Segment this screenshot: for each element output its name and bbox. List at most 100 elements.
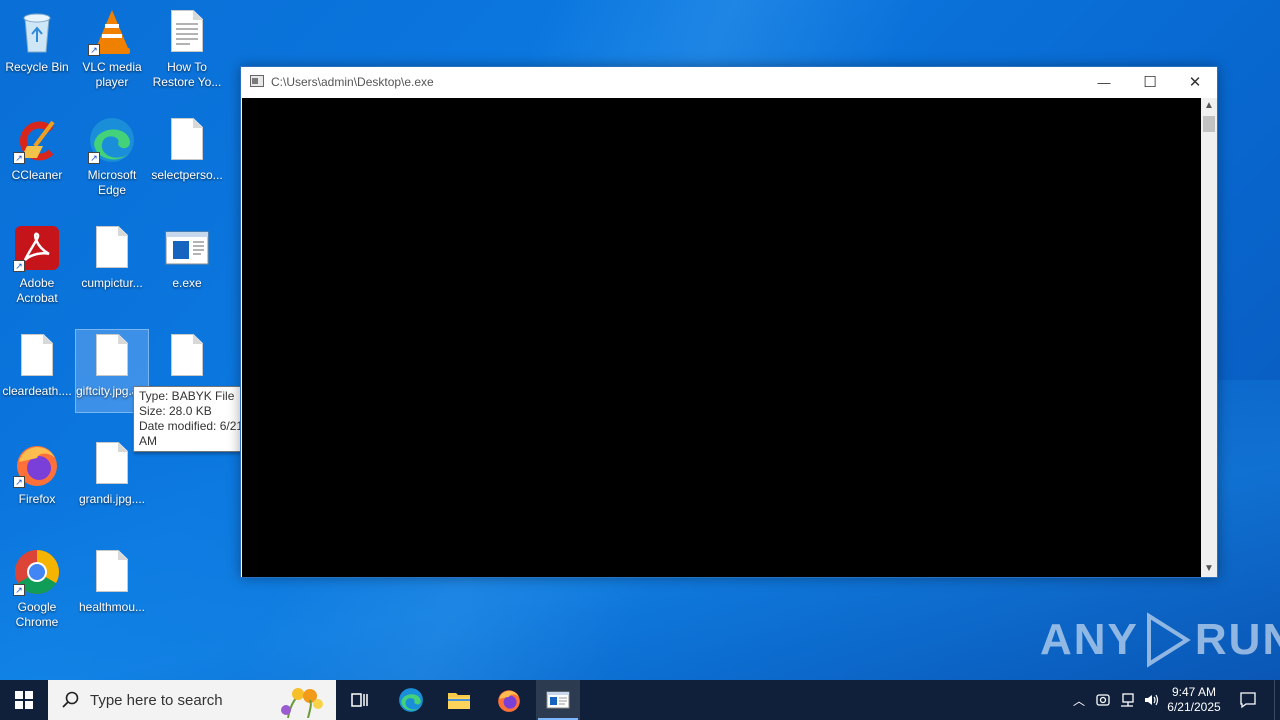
file-icon	[88, 548, 136, 596]
file-icon	[88, 332, 136, 380]
desktop-icon-label: Google Chrome	[15, 600, 59, 629]
tray-meet-now-button[interactable]	[1092, 680, 1114, 720]
taskbar-firefox-button[interactable]	[488, 680, 530, 720]
desktop-icon-cumpictur[interactable]: cumpictur...	[76, 218, 148, 291]
desktop-icon-healthmou[interactable]: healthmou...	[76, 542, 148, 615]
desktop-icon-label: cumpictur...	[81, 276, 143, 290]
action-center-button[interactable]	[1228, 680, 1268, 720]
search-icon	[62, 691, 79, 708]
close-button[interactable]: ✕	[1172, 67, 1218, 97]
desktop-icon-label: How To Restore Yo...	[152, 60, 222, 89]
taskbar: Type here to search ︿ 9:47 AM 6/21/2025	[0, 680, 1280, 720]
console-output[interactable]	[242, 98, 1201, 577]
vertical-scrollbar[interactable]: ▲ ▼	[1201, 98, 1217, 577]
desktop-icon-label: cleardeath....	[2, 384, 72, 398]
folder-icon	[448, 693, 470, 709]
desktop-icon-ccleaner[interactable]: ↗ CCleaner	[1, 110, 73, 183]
recycle-bin-icon	[13, 8, 61, 56]
close-icon: ✕	[1188, 74, 1202, 91]
windows-logo-icon	[15, 691, 33, 709]
desktop-icon-hidden-file[interactable]	[151, 326, 223, 384]
console-window[interactable]: C:\Users\admin\Desktop\e.exe — ☐ ✕ ▲ ▼	[240, 66, 1218, 578]
watermark-text-right: RUN	[1194, 615, 1280, 664]
desktop-icon-google-chrome[interactable]: ↗ Google Chrome	[1, 542, 73, 630]
chrome-icon: ↗	[13, 548, 61, 596]
taskbar-search-box[interactable]: Type here to search	[48, 680, 336, 720]
watermark-play-icon	[1146, 612, 1191, 668]
shortcut-arrow-icon: ↗	[88, 44, 100, 56]
start-button[interactable]	[0, 680, 48, 720]
task-view-button[interactable]	[340, 680, 380, 720]
desktop-icon-cleardeath[interactable]: cleardeath....	[1, 326, 73, 399]
search-highlight-flowers-icon	[281, 688, 323, 718]
desktop-icon-label: Microsoft Edge	[87, 168, 137, 197]
desktop-icon-label: VLC media player	[82, 60, 142, 89]
network-icon	[1121, 693, 1134, 707]
desktop-icon-selectperso[interactable]: selectperso...	[151, 110, 223, 183]
minimize-button[interactable]: —	[1081, 67, 1127, 97]
scrollbar-thumb[interactable]	[1203, 116, 1215, 132]
desktop-icon-recycle-bin[interactable]: Recycle Bin	[1, 2, 73, 75]
camera-icon	[1096, 694, 1110, 706]
desktop-icon-label: Adobe Acrobat	[16, 276, 58, 305]
desktop-icon-label: grandi.jpg....	[78, 492, 146, 506]
notification-icon	[1240, 692, 1256, 709]
task-view-icon	[351, 693, 368, 707]
desktop-icon-e-exe[interactable]: e.exe	[151, 218, 223, 291]
file-icon	[163, 116, 211, 164]
text-document-icon	[163, 8, 211, 56]
shortcut-arrow-icon: ↗	[88, 152, 100, 164]
scroll-down-arrow-icon[interactable]: ▼	[1201, 561, 1217, 577]
desktop-icon-adobe-acrobat[interactable]: ↗ Adobe Acrobat	[1, 218, 73, 306]
shortcut-arrow-icon: ↗	[13, 260, 25, 272]
clock-date: 6/21/2025	[1167, 700, 1221, 714]
maximize-button[interactable]: ☐	[1127, 67, 1173, 97]
desktop-icon-label: Recycle Bin	[5, 60, 69, 74]
taskbar-console-button[interactable]	[536, 680, 580, 720]
window-title: C:\Users\admin\Desktop\e.exe	[271, 75, 434, 89]
minimize-icon: —	[1097, 74, 1111, 90]
scroll-up-arrow-icon[interactable]: ▲	[1201, 98, 1217, 114]
desktop-icon-vlc[interactable]: ↗ VLC media player	[76, 2, 148, 90]
vlc-icon: ↗	[88, 8, 136, 56]
desktop-icon-label: e.exe	[172, 276, 202, 290]
anyrun-watermark: ANY RUN	[1040, 612, 1280, 668]
volume-icon	[1145, 694, 1159, 706]
acrobat-icon: ↗	[13, 224, 61, 272]
shortcut-arrow-icon: ↗	[13, 152, 25, 164]
chevron-up-icon: ︿	[1072, 693, 1085, 708]
file-icon	[88, 440, 136, 488]
firefox-icon: ↗	[13, 440, 61, 488]
console-app-icon	[546, 691, 570, 709]
maximize-icon: ☐	[1143, 74, 1157, 91]
taskbar-clock[interactable]: 9:47 AM 6/21/2025	[1164, 680, 1224, 720]
watermark-text-left: ANY	[1040, 615, 1139, 664]
desktop-icon-microsoft-edge[interactable]: ↗ Microsoft Edge	[76, 110, 148, 198]
desktop-icon-label: selectperso...	[151, 168, 223, 182]
file-icon	[88, 224, 136, 272]
show-desktop-button[interactable]	[1274, 680, 1280, 720]
exe-icon	[163, 224, 211, 272]
window-titlebar[interactable]: C:\Users\admin\Desktop\e.exe — ☐ ✕	[241, 67, 1217, 98]
search-placeholder: Type here to search	[90, 691, 223, 709]
taskbar-file-explorer-button[interactable]	[438, 680, 480, 720]
firefox-icon	[498, 690, 520, 712]
taskbar-edge-button[interactable]	[390, 680, 432, 720]
edge-icon	[399, 688, 423, 712]
show-hidden-icons-button[interactable]: ︿	[1068, 680, 1090, 720]
clock-time: 9:47 AM	[1171, 685, 1217, 699]
desktop-icon-label: Firefox	[18, 492, 56, 506]
shortcut-arrow-icon: ↗	[13, 584, 25, 596]
desktop-icon-label: healthmou...	[78, 600, 146, 614]
console-app-icon[interactable]	[250, 75, 264, 87]
tray-volume-button[interactable]	[1140, 680, 1162, 720]
shortcut-arrow-icon: ↗	[13, 476, 25, 488]
desktop-icon-label: CCleaner	[11, 168, 63, 182]
file-icon	[13, 332, 61, 380]
desktop-icon-how-to-restore[interactable]: How To Restore Yo...	[151, 2, 223, 90]
tray-network-button[interactable]	[1116, 680, 1138, 720]
desktop-icon-firefox[interactable]: ↗ Firefox	[1, 434, 73, 507]
edge-icon: ↗	[88, 116, 136, 164]
file-icon	[163, 332, 211, 380]
ccleaner-icon: ↗	[13, 116, 61, 164]
